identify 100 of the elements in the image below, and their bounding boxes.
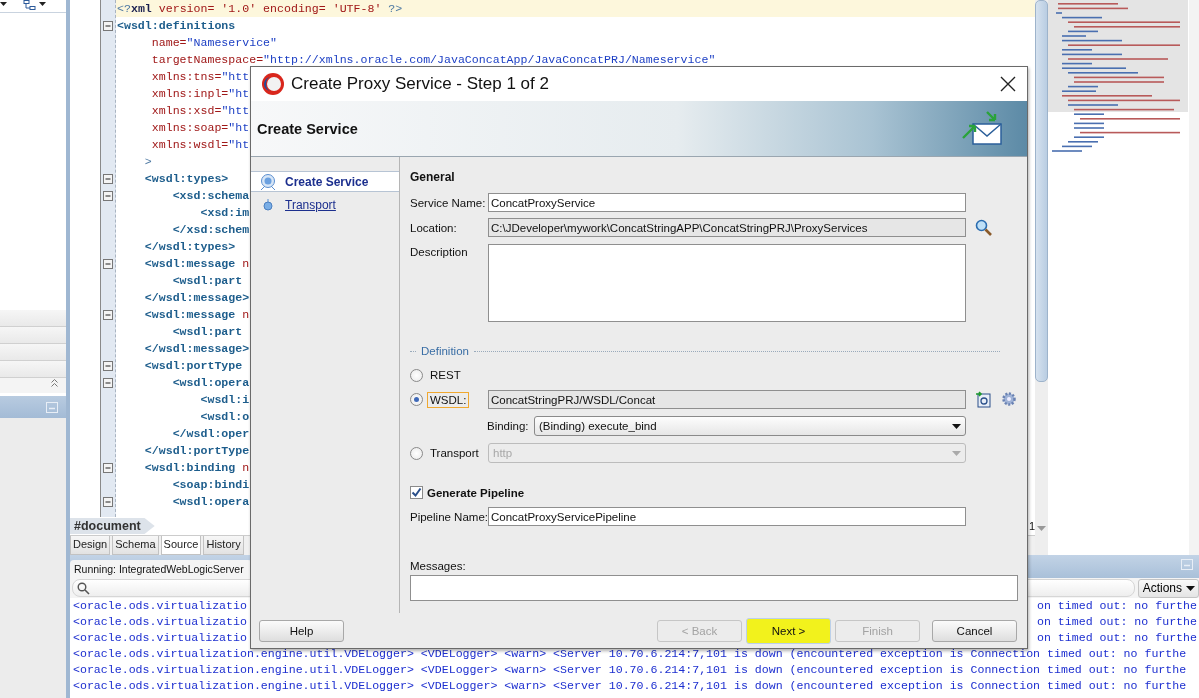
log-tab[interactable]: Running: IntegratedWebLogicServer [70,560,252,578]
code-line: xmlns:xsd="htt [150,103,250,119]
collapse-icon[interactable] [103,496,113,507]
actions-button[interactable]: Actions [1137,578,1199,598]
field-label: Binding: [487,420,530,432]
gear-icon[interactable] [1001,391,1017,407]
caret-icon [952,450,961,456]
editor-tab[interactable]: Design [70,536,111,555]
radio-label: REST [429,368,462,383]
code-line: </xsd:schem [171,222,250,238]
hierarchy-icon[interactable] [23,0,37,11]
log-line: <oracle.ods.virtualizatio [73,598,247,614]
app-logo-icon [261,72,285,96]
step-node-icon [259,172,277,191]
checkbox[interactable] [410,486,423,499]
code-line: xmlns:tns="htt [150,69,250,85]
scrollbar-thumb[interactable] [1035,0,1048,382]
dialog-button[interactable]: Cancel [932,619,1017,642]
code-line: </wsdl:types> [143,239,236,255]
code-line: <soap:bindi [171,477,250,493]
list-row [0,310,66,327]
wsdl-field[interactable]: ConcatStringPRJ/WSDL/Concat [488,390,966,409]
collapse-icon[interactable] [103,20,113,31]
description-field[interactable] [488,244,966,322]
group-label: Definition [421,344,469,359]
code-line: targetNamespace="http://xmlns.oracle.com/JavaConcatApp/JavaConcatPRJ/Nameservice" [150,52,716,68]
code-line: xmlns:inpl="ht [150,86,250,102]
messages-field[interactable] [410,575,1018,601]
caret-icon [1186,585,1195,591]
text-field[interactable]: ConcatProxyService [488,193,966,212]
wizard-step[interactable]: Transport [251,194,399,215]
collapse-icon[interactable] [103,360,113,371]
code-line: <xsd:schema [171,188,250,204]
dialog-button[interactable]: Help [259,619,344,642]
code-line: <wsdl:binding n [143,460,250,476]
code-line: <wsdl:definitions [116,18,236,34]
log-line: <oracle.ods.virtualization.engine.util.VDELogger> <VDELogger> <warn> <Server 10.70.6.214:7,101 is down (encountered exception is Connection timed out: no furthe [73,646,1187,662]
field-label: Pipeline Name: [410,510,488,523]
dialog-title: Create Proxy Service - Step 1 of 2 [291,74,550,94]
collapse-icon[interactable] [103,377,113,388]
radio-button[interactable] [410,446,423,460]
code-line: <wsdl:part [171,324,243,340]
log-line: <oracle.ods.virtualizatio [73,614,247,630]
field-label: Location: [410,221,458,234]
code-line: xmlns:wsdl="ht [150,137,250,153]
log-line: on timed out: no furthe [1036,614,1198,630]
text-field[interactable]: ConcatProxyServicePipeline [488,507,966,526]
list-row [0,344,66,361]
code-line: <wsdl:o [199,409,250,425]
code-line: xmlns:soap="ht [150,120,250,136]
caret-icon[interactable] [0,2,7,6]
binding-dropdown[interactable]: (Binding) execute_bind [534,416,966,436]
column-number: 1 [1028,520,1035,533]
section-title: General [410,169,456,185]
document-import-icon[interactable] [975,391,992,408]
editor-tab[interactable]: Schema [112,536,159,555]
field-label: Description [410,245,469,258]
collapse-icon[interactable] [103,309,113,320]
radio-label: WSDL: [427,391,470,408]
collapse-icon[interactable] [103,190,113,201]
code-line: > [143,154,152,170]
list-row [0,327,66,344]
checkbox-label: Generate Pipeline [427,486,525,499]
collapse-icon[interactable] [103,258,113,269]
radio-button[interactable] [410,368,423,382]
scroll-up-icon[interactable] [51,378,58,388]
collapse-icon[interactable] [103,173,113,184]
banner-title: Create Service [257,120,358,137]
editor-tab[interactable]: History [203,536,244,555]
field-label: Messages: [410,560,467,572]
close-button[interactable] [999,75,1017,93]
log-line: on timed out: no furthe [1036,630,1198,646]
scroll-down-icon[interactable] [1037,526,1046,531]
list-row [0,361,66,378]
text-field[interactable]: C:\JDeveloper\mywork\ConcatStringAPP\ConcatStringPRJ\ProxyServices [488,218,966,237]
code-line: <wsdl:part [171,273,243,289]
code-line: <wsdl:opera [171,375,250,391]
code-line: <wsdl:types> [143,171,229,187]
caret-icon [952,423,961,429]
code-line: </wsdl:oper [171,426,250,442]
code-line: <xsd:im [199,205,250,221]
code-line: name="Nameservice" [150,35,278,51]
envelope-icon [961,109,1005,148]
dialog-button[interactable]: Next > [746,617,831,644]
log-line: on timed out: no furthe [1036,598,1198,614]
search-icon[interactable] [975,219,992,236]
caret-icon[interactable] [39,2,46,6]
log-line: <oracle.ods.virtualization.engine.util.VDELogger> <VDELogger> <warn> <Server 10.70.6.214:7,101 is down (encountered exception is Connection timed out: no furthe [73,662,1187,678]
code-line: </wsdl:message> [143,290,250,306]
radio-button[interactable] [410,393,423,406]
breadcrumb[interactable]: #document [70,518,155,535]
code-line: </wsdl:portType [143,443,250,459]
collapse-icon[interactable] [103,462,113,473]
search-icon [77,581,90,595]
field-label: Service Name: [410,196,487,209]
code-line: <wsdl:i [199,392,250,408]
code-line: </wsdl:message> [143,341,250,357]
wizard-step[interactable]: Create Service [251,171,399,192]
code-line: <wsdl:opera [171,494,250,510]
editor-tab[interactable]: Source [160,536,202,555]
